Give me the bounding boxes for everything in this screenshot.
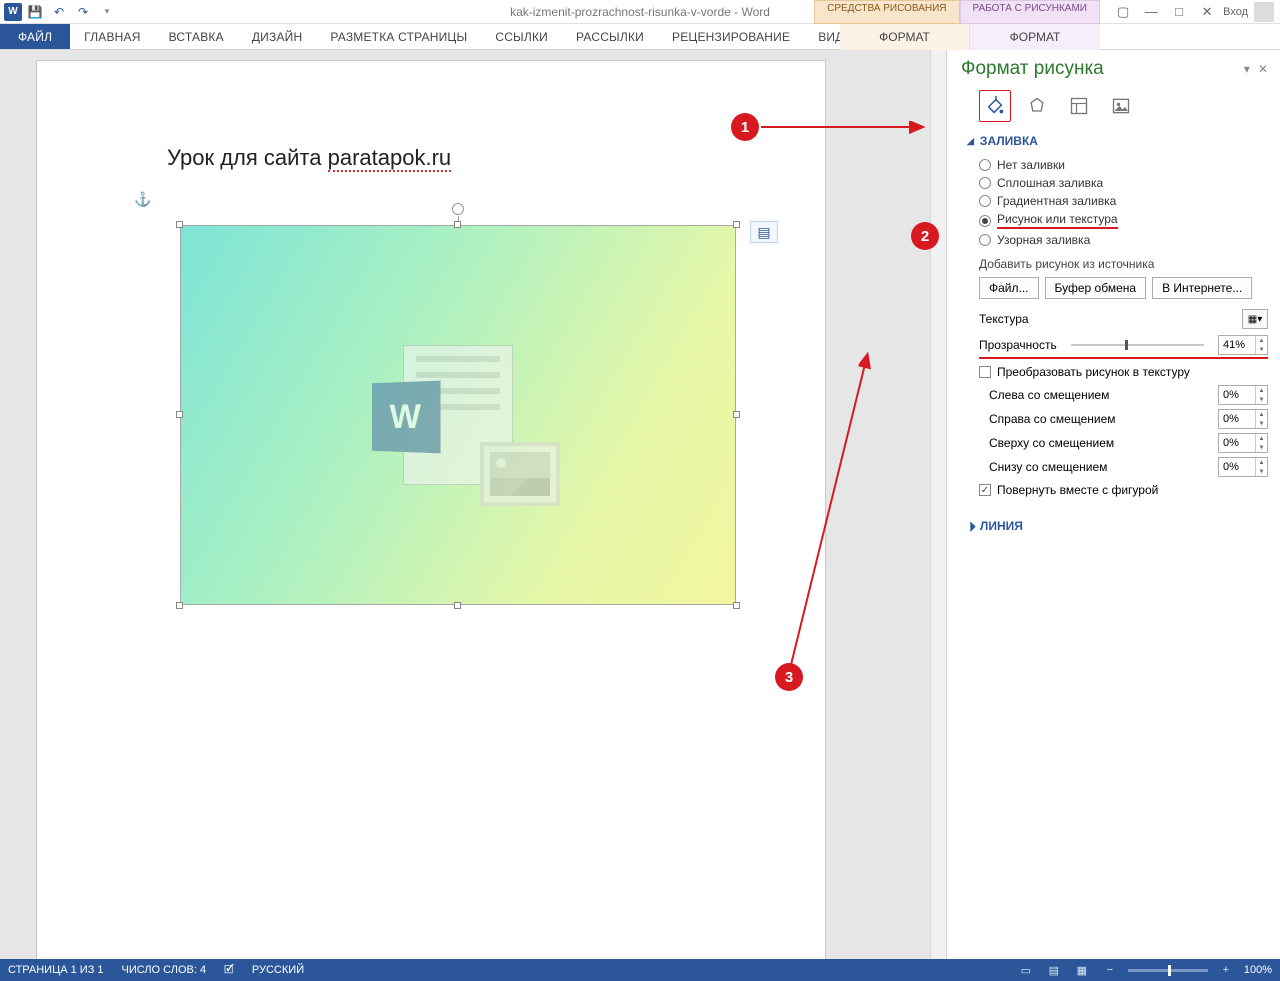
tab-references[interactable]: ССЫЛКИ (481, 24, 562, 49)
qat-customize-icon[interactable]: ▾ (96, 1, 118, 23)
offset-right-input[interactable]: 0%▲▼ (1218, 409, 1268, 429)
offset-left-label: Слева со смещением (979, 388, 1218, 402)
resize-handle[interactable] (176, 221, 183, 228)
tab-format-picture[interactable]: ФОРМАТ (970, 24, 1100, 50)
insert-from-online-button[interactable]: В Интернете... (1152, 277, 1252, 299)
spinner-up-icon: ▲ (1256, 336, 1267, 345)
close-icon[interactable]: ✕ (1195, 1, 1219, 23)
minimize-icon[interactable]: — (1139, 1, 1163, 23)
expand-icon: ◢ (964, 520, 977, 533)
offset-top-input[interactable]: 0%▲▼ (1218, 433, 1268, 453)
fill-pattern-radio[interactable]: Узорная заливка (979, 233, 1268, 247)
texture-label: Текстура (979, 312, 1029, 326)
context-tab-picture-tools: РАБОТА С РИСУНКАМИ (960, 0, 1100, 24)
status-bar: СТРАНИЦА 1 ИЗ 1 ЧИСЛО СЛОВ: 4 🗹 РУССКИЙ … (0, 959, 1280, 981)
tab-home[interactable]: ГЛАВНАЯ (70, 24, 154, 49)
layout-tab-icon[interactable] (1067, 94, 1091, 118)
status-language[interactable]: РУССКИЙ (252, 964, 304, 976)
zoom-in-icon[interactable]: + (1216, 961, 1236, 979)
fill-picture-radio[interactable]: Рисунок или текстура (979, 212, 1268, 229)
document-area[interactable]: Урок для сайта paratapok.ru ⚓ W (0, 50, 930, 959)
annotation-arrow-3 (592, 261, 872, 691)
page-heading: Урок для сайта paratapok.ru (167, 145, 451, 171)
effects-tab-icon[interactable] (1025, 94, 1049, 118)
offset-left-input[interactable]: 0%▲▼ (1218, 385, 1268, 405)
word-app-icon: W (4, 3, 22, 21)
annotation-3: 3 (775, 663, 803, 691)
rotate-with-shape-checkbox[interactable]: ✓Повернуть вместе с фигурой (979, 483, 1268, 497)
document-page: Урок для сайта paratapok.ru ⚓ W (36, 60, 826, 959)
offset-bottom-input[interactable]: 0%▲▼ (1218, 457, 1268, 477)
layout-options-button[interactable]: ▤ (750, 221, 778, 243)
fill-gradient-radio[interactable]: Градиентная заливка (979, 194, 1268, 208)
taskpane-close-icon[interactable]: ✕ (1258, 62, 1268, 76)
zoom-level[interactable]: 100% (1244, 964, 1272, 976)
undo-icon[interactable]: ↶ (48, 1, 70, 23)
resize-handle[interactable] (176, 602, 183, 609)
offset-top-label: Сверху со смещением (979, 436, 1218, 450)
add-picture-label: Добавить рисунок из источника (979, 257, 1268, 271)
taskpane-title: Формат рисунка (961, 58, 1236, 80)
redo-icon[interactable]: ↷ (72, 1, 94, 23)
zoom-out-icon[interactable]: − (1100, 961, 1120, 979)
resize-handle[interactable] (733, 221, 740, 228)
shape-content-graphic: W (403, 345, 513, 485)
taskpane-options-icon[interactable]: ▾ (1244, 62, 1250, 76)
status-proofing-icon[interactable]: 🗹 (224, 961, 234, 980)
avatar[interactable] (1254, 2, 1274, 22)
tab-format-drawing[interactable]: ФОРМАТ (840, 24, 970, 50)
context-tab-drawing-tools: СРЕДСТВА РИСОВАНИЯ (814, 0, 959, 24)
window-title: kak-izmenit-prozrachnost-risunka-v-vorde… (510, 5, 770, 19)
tab-layout[interactable]: РАЗМЕТКА СТРАНИЦЫ (316, 24, 481, 49)
fill-none-radio[interactable]: Нет заливки (979, 158, 1268, 172)
tab-design[interactable]: ДИЗАЙН (238, 24, 317, 49)
read-mode-icon[interactable]: ▭ (1016, 961, 1036, 979)
transparency-row: Прозрачность 41% ▲▼ (979, 335, 1268, 359)
status-word-count[interactable]: ЧИСЛО СЛОВ: 4 (122, 964, 207, 976)
title-bar: W 💾 ↶ ↷ ▾ kak-izmenit-prozrachnost-risun… (0, 0, 1280, 24)
print-layout-icon[interactable]: ▤ (1044, 961, 1064, 979)
insert-from-clipboard-button[interactable]: Буфер обмена (1045, 277, 1147, 299)
texture-dropdown[interactable]: ▦▾ (1242, 309, 1268, 329)
annotation-2: 2 (911, 222, 939, 250)
insert-from-file-button[interactable]: Файл... (979, 277, 1039, 299)
fill-line-tab-icon[interactable] (983, 94, 1007, 118)
zoom-slider[interactable] (1128, 969, 1208, 972)
resize-handle[interactable] (176, 411, 183, 418)
offset-right-label: Справа со смещением (979, 412, 1218, 426)
anchor-icon: ⚓ (134, 191, 151, 208)
resize-handle[interactable] (454, 221, 461, 228)
web-layout-icon[interactable]: ▦ (1072, 961, 1092, 979)
annotation-1: 1 (731, 113, 759, 141)
vertical-scrollbar[interactable] (930, 50, 946, 959)
tab-insert[interactable]: ВСТАВКА (155, 24, 238, 49)
rotation-handle[interactable] (452, 203, 464, 215)
format-picture-pane: Формат рисунка ▾ ✕ ◢ ЗАЛИВКА Нет заливки (946, 50, 1280, 959)
offset-bottom-label: Снизу со смещением (979, 460, 1218, 474)
maximize-icon[interactable]: □ (1167, 1, 1191, 23)
save-icon[interactable]: 💾 (24, 1, 46, 23)
ribbon-options-icon[interactable]: ▢ (1111, 1, 1135, 23)
spinner-down-icon: ▼ (1256, 345, 1267, 354)
section-line-toggle[interactable]: ◢ ЛИНИЯ (967, 519, 1268, 533)
section-fill-toggle[interactable]: ◢ ЗАЛИВКА (967, 134, 1268, 148)
annotation-arrow-1 (761, 113, 930, 143)
tab-mailings[interactable]: РАССЫЛКИ (562, 24, 658, 49)
tile-checkbox[interactable]: Преобразовать рисунок в текстуру (979, 365, 1268, 379)
transparency-input[interactable]: 41% ▲▼ (1218, 335, 1268, 355)
transparency-slider[interactable] (1071, 344, 1204, 346)
transparency-label: Прозрачность (979, 338, 1057, 352)
login-label[interactable]: Вход (1223, 6, 1248, 18)
tab-review[interactable]: РЕЦЕНЗИРОВАНИЕ (658, 24, 804, 49)
fill-solid-radio[interactable]: Сплошная заливка (979, 176, 1268, 190)
tab-file[interactable]: ФАЙЛ (0, 24, 70, 49)
picture-tab-icon[interactable] (1109, 94, 1133, 118)
resize-handle[interactable] (454, 602, 461, 609)
status-page[interactable]: СТРАНИЦА 1 ИЗ 1 (8, 964, 104, 976)
collapse-icon: ◢ (967, 136, 974, 147)
